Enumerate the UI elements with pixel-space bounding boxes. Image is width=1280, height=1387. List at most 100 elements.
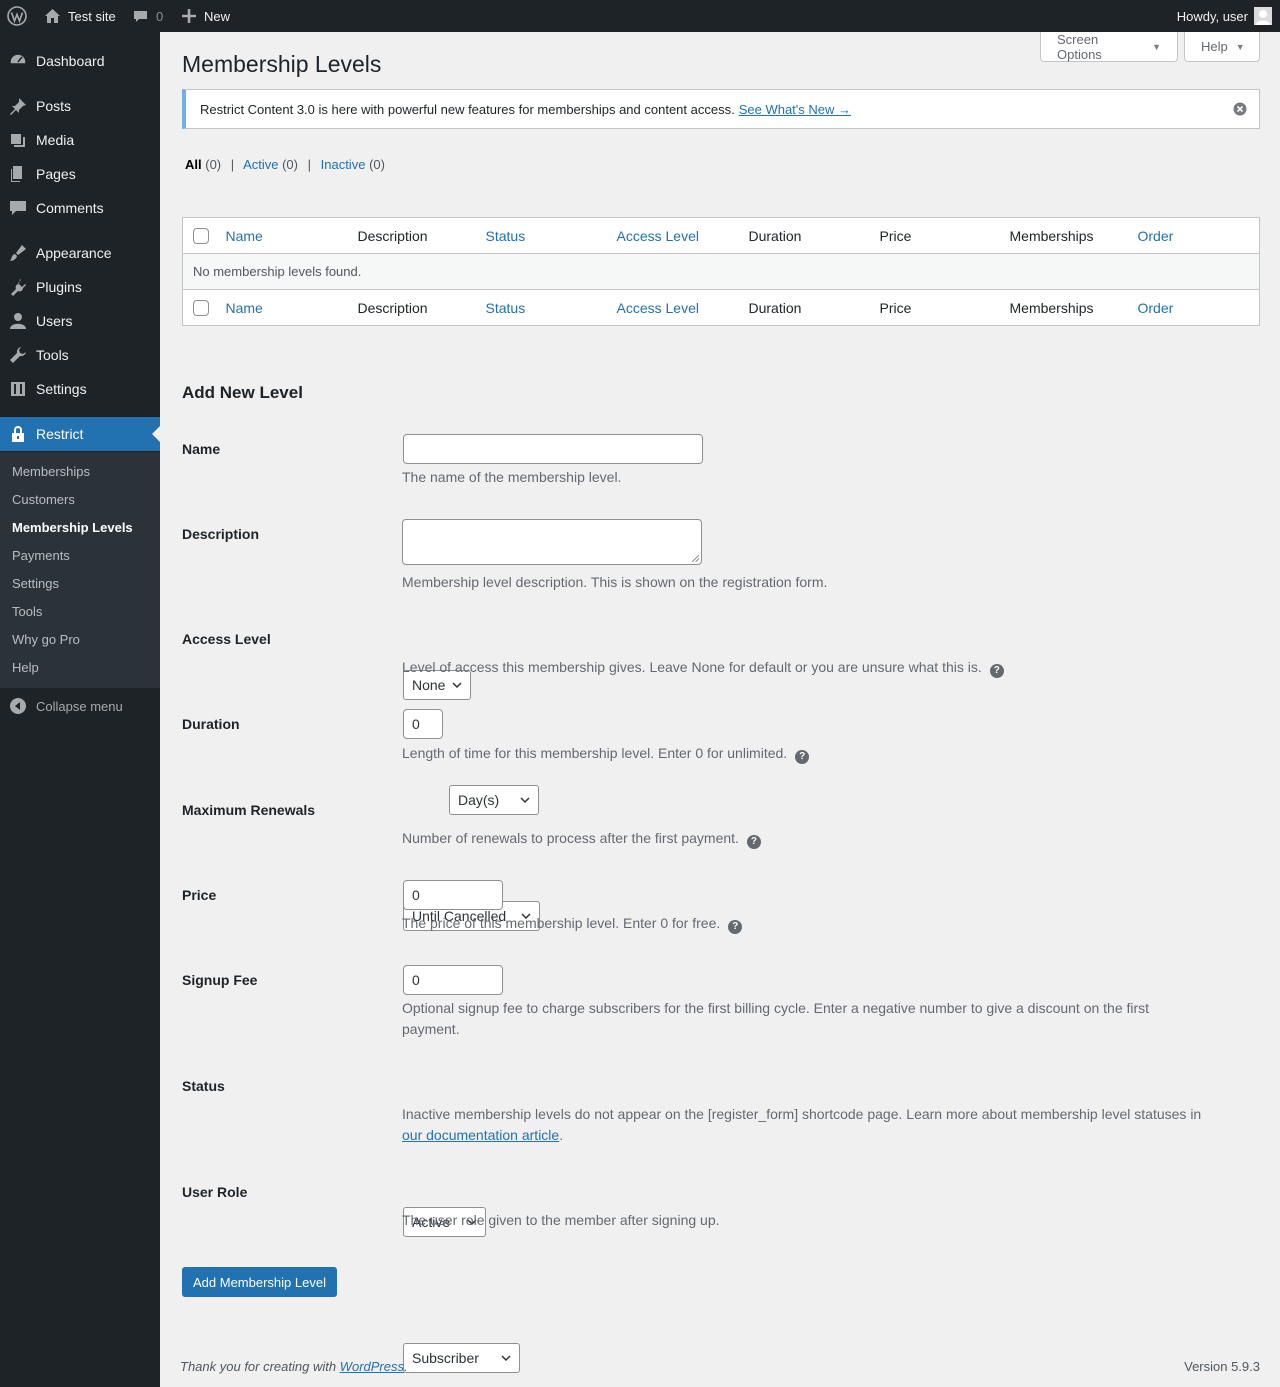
howdy-label: Howdy, user xyxy=(1176,8,1248,24)
screen-options-label: Screen Options xyxy=(1057,31,1102,62)
new-content-link[interactable]: New xyxy=(182,0,230,32)
footer-version: Version 5.9.3 xyxy=(1184,1359,1260,1374)
user-role-description: The user role given to the member after … xyxy=(402,1212,720,1228)
filter-active[interactable]: Active xyxy=(243,157,278,172)
menu-item-appearance[interactable]: Appearance xyxy=(0,236,160,270)
price-input[interactable]: 0 xyxy=(403,880,503,910)
column-name[interactable]: Name xyxy=(216,290,348,326)
menu-item-users[interactable]: Users xyxy=(0,304,160,338)
wordpress-logo-icon[interactable] xyxy=(7,0,27,32)
pages-icon xyxy=(0,164,36,184)
access-level-description: Level of access this membership gives. L… xyxy=(402,657,1004,678)
select-all-cell xyxy=(183,218,216,254)
empty-message: No membership levels found. xyxy=(182,253,1260,290)
column-status[interactable]: Status xyxy=(476,218,607,254)
menu-item-media[interactable]: Media xyxy=(0,123,160,157)
comment-bubble-icon xyxy=(133,9,148,24)
price-help-text: The price of this membership level. Ente… xyxy=(402,915,721,931)
screen-options-button[interactable]: Screen Options ▼ xyxy=(1040,32,1178,62)
brush-icon xyxy=(0,243,36,263)
table-footer-row: Name Description Status Access Level Dur… xyxy=(182,289,1260,326)
media-icon xyxy=(0,130,36,150)
duration-input[interactable]: 0 xyxy=(403,709,443,739)
submenu-item-settings[interactable]: Settings xyxy=(12,576,59,591)
filter-separator: | xyxy=(230,157,235,172)
submenu-item-tools[interactable]: Tools xyxy=(12,604,42,619)
name-input[interactable] xyxy=(403,434,703,464)
filter-inactive[interactable]: Inactive xyxy=(321,157,366,172)
description-textarea[interactable] xyxy=(402,519,702,565)
menu-item-tools[interactable]: Tools xyxy=(0,338,160,372)
column-name[interactable]: Name xyxy=(216,218,348,254)
access-level-label: Access Level xyxy=(182,631,271,647)
menu-item-pages[interactable]: Pages xyxy=(0,157,160,191)
menu-item-settings[interactable]: Settings xyxy=(0,372,160,406)
help-button[interactable]: Help ▼ xyxy=(1184,32,1260,62)
wordpress-link[interactable]: WordPress xyxy=(340,1359,404,1374)
help-tooltip-icon[interactable]: ? xyxy=(728,919,743,934)
signup-fee-label: Signup Fee xyxy=(182,972,258,988)
comments-count: 0 xyxy=(156,8,164,24)
help-tooltip-icon[interactable]: ? xyxy=(746,834,761,849)
submenu-item-membership-levels[interactable]: Membership Levels xyxy=(12,520,133,535)
wrench-icon xyxy=(0,345,36,365)
status-description: Inactive membership levels do not appear… xyxy=(402,1104,1222,1146)
filter-separator: | xyxy=(307,157,311,172)
access-level-value: None xyxy=(412,677,446,693)
duration-unit-select[interactable]: Day(s) xyxy=(449,785,539,815)
column-order[interactable]: Order xyxy=(1128,218,1260,254)
filter-all[interactable]: All xyxy=(185,157,202,172)
select-all-cell xyxy=(183,290,216,326)
my-account-link[interactable]: Howdy, user xyxy=(1177,0,1272,32)
site-name-link[interactable]: Test site xyxy=(44,0,116,32)
resize-handle-icon[interactable] xyxy=(692,555,699,562)
restrict-submenu: Memberships Customers Membership Levels … xyxy=(0,452,160,688)
menu-item-posts[interactable]: Posts xyxy=(0,89,160,123)
submenu-item-customers[interactable]: Customers xyxy=(12,492,75,507)
select-all-checkbox[interactable] xyxy=(193,300,209,317)
user-role-label: User Role xyxy=(182,1184,248,1200)
submenu-item-why-go-pro[interactable]: Why go Pro xyxy=(12,632,80,647)
column-price: Price xyxy=(879,299,912,316)
help-tooltip-icon[interactable]: ? xyxy=(795,749,810,764)
submenu-item-payments[interactable]: Payments xyxy=(12,548,70,563)
price-description: The price of this membership level. Ente… xyxy=(402,913,743,934)
column-duration: Duration xyxy=(748,227,802,244)
see-whats-new-link[interactable]: See What's New → xyxy=(739,102,851,117)
column-status[interactable]: Status xyxy=(476,290,607,326)
submenu-item-memberships[interactable]: Memberships xyxy=(12,464,90,479)
footer-thanks-text: Thank you for creating with xyxy=(180,1359,337,1374)
sliders-icon xyxy=(0,379,36,399)
user-role-select[interactable]: Subscriber xyxy=(403,1343,520,1373)
select-all-checkbox[interactable] xyxy=(193,228,209,245)
collapse-icon xyxy=(0,697,36,715)
duration-description: Length of time for this membership level… xyxy=(402,743,810,764)
menu-item-comments[interactable]: Comments xyxy=(0,191,160,225)
add-membership-level-button[interactable]: Add Membership Level xyxy=(182,1267,337,1297)
notice-text: Restrict Content 3.0 is here with powerf… xyxy=(200,101,735,117)
column-duration: Duration xyxy=(748,299,802,316)
help-tooltip-icon[interactable]: ? xyxy=(989,663,1004,678)
menu-item-plugins[interactable]: Plugins xyxy=(0,270,160,304)
documentation-link[interactable]: our documentation article xyxy=(402,1127,559,1143)
signup-fee-input[interactable]: 0 xyxy=(403,965,503,995)
menu-item-dashboard[interactable]: Dashboard xyxy=(0,44,160,78)
comment-icon xyxy=(0,198,36,218)
comments-link[interactable]: 0 xyxy=(133,0,163,32)
user-icon xyxy=(0,311,36,331)
submenu-item-help[interactable]: Help xyxy=(12,660,39,675)
signup-fee-help-line-2: payment. xyxy=(402,1021,460,1037)
caret-down-icon: ▼ xyxy=(1235,41,1245,52)
chevron-down-icon xyxy=(501,1355,511,1362)
status-filters: All (0) | Active (0) | Inactive (0) xyxy=(185,157,385,172)
menu-item-restrict[interactable]: Restrict xyxy=(0,417,160,451)
duration-unit-value: Day(s) xyxy=(458,792,500,808)
column-order[interactable]: Order xyxy=(1128,290,1260,326)
collapse-menu-button[interactable]: Collapse menu xyxy=(0,692,160,720)
membership-levels-table: Name Description Status Access Level Dur… xyxy=(182,217,1260,326)
dashboard-icon xyxy=(0,51,36,71)
dismiss-icon[interactable] xyxy=(1233,102,1247,116)
column-access-level[interactable]: Access Level xyxy=(607,290,739,326)
help-label: Help xyxy=(1201,39,1228,54)
column-access-level[interactable]: Access Level xyxy=(607,218,739,254)
